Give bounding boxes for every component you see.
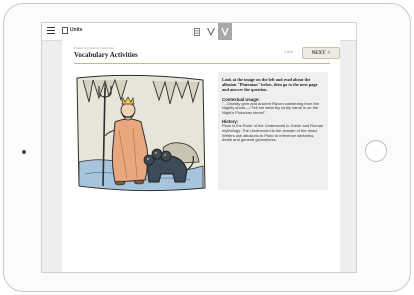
screen: Units Future Vocabulary Activities Vocab… [41, 22, 357, 273]
breadcrumb[interactable]: Future Vocabulary Activities [74, 46, 114, 50]
title-divider [74, 63, 330, 64]
vocabulary-page: Future Vocabulary Activities Vocabulary … [62, 40, 340, 272]
history-text: Pluto is the Ruler of the Underworld in … [222, 123, 324, 143]
next-button[interactable]: NEXT > [302, 47, 340, 59]
home-button[interactable] [365, 140, 387, 162]
page-title: Vocabulary Activities [74, 51, 138, 59]
vocabulary-icon[interactable] [218, 23, 232, 40]
pluto-illustration [75, 70, 208, 196]
menu-icon[interactable] [47, 27, 55, 35]
page-counter: 1 of 4 [284, 50, 293, 54]
glossary-icon[interactable] [204, 23, 218, 40]
top-bar: Units [42, 23, 356, 41]
camera-icon [22, 150, 26, 154]
instruction-text: Look at the image on the left and read a… [222, 77, 318, 93]
allusion-info-panel: Look at the image on the left and read a… [218, 72, 328, 190]
toolbar-tools [190, 23, 232, 40]
units-label[interactable]: Units [70, 27, 83, 33]
units-icon[interactable] [62, 27, 68, 34]
next-button-label: NEXT [311, 50, 326, 56]
chevron-right-icon: > [327, 50, 331, 56]
contextual-usage-text: "...Ghastly grim and ancient Raven wande… [222, 100, 320, 116]
notes-icon[interactable] [190, 23, 204, 40]
